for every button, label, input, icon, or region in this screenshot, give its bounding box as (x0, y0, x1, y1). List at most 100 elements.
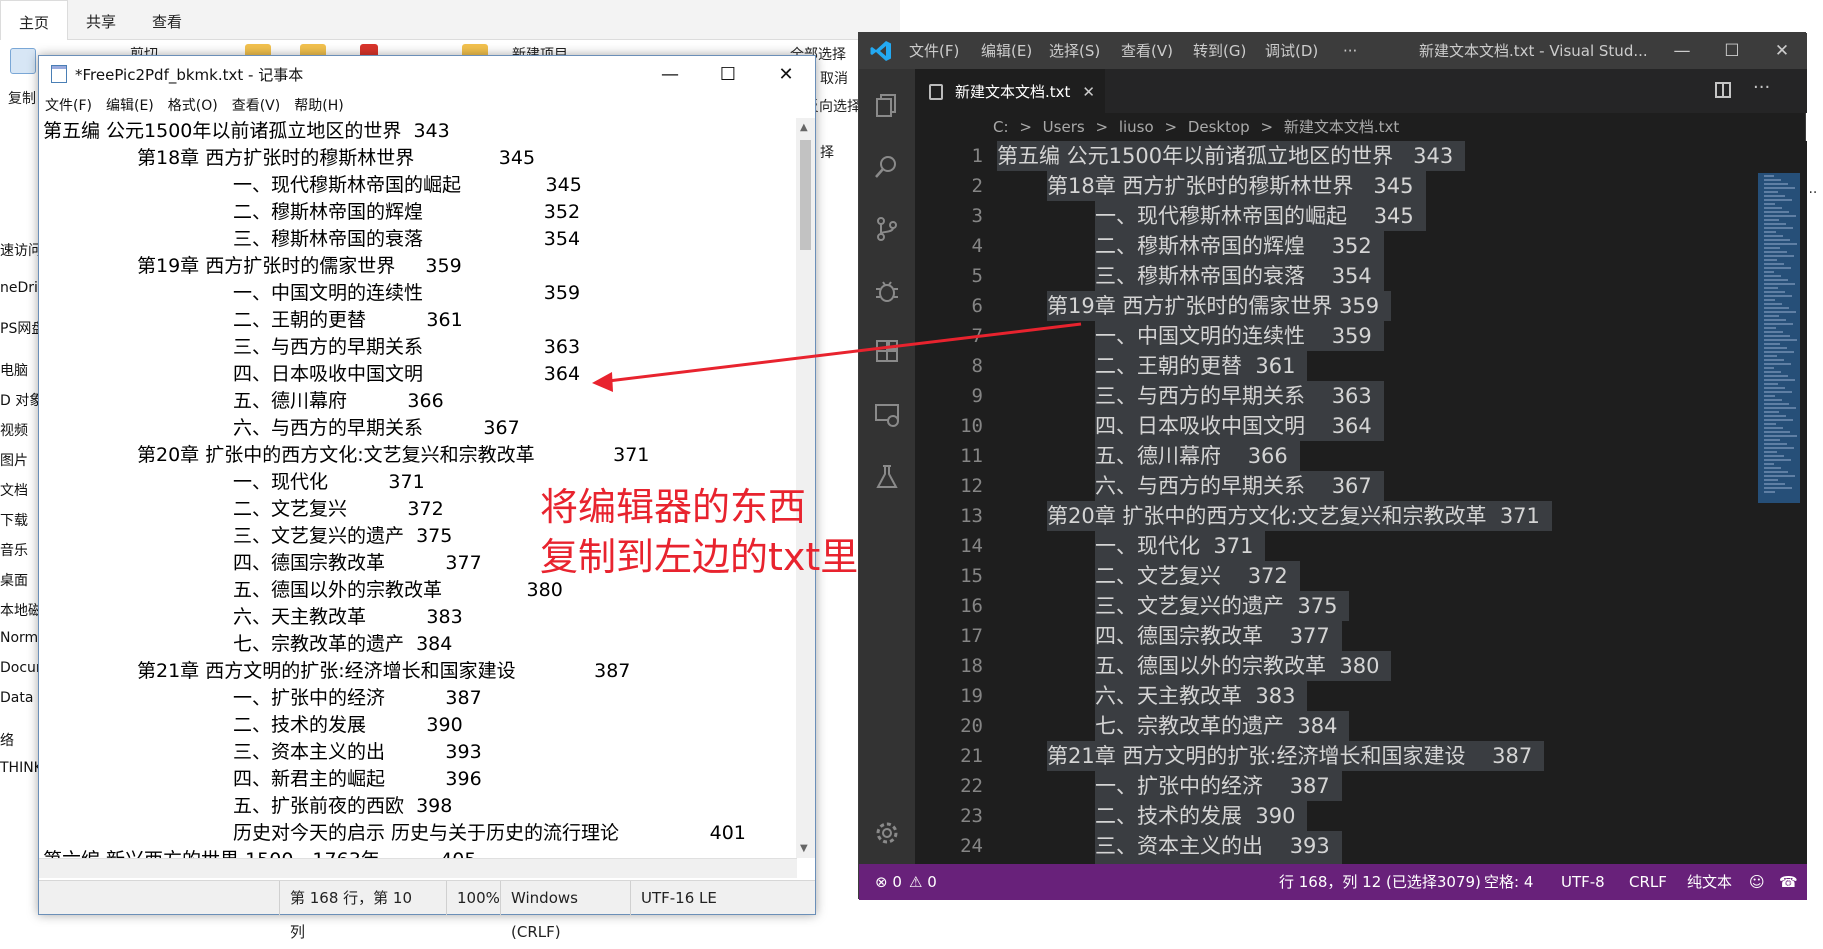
nav-onedrive[interactable]: neDriv (0, 280, 40, 296)
vs-minimize-button[interactable]: — (1659, 33, 1705, 69)
nav-desktop[interactable]: 桌面 (0, 570, 40, 590)
notepad-line: 六、天主教改革 383 (233, 606, 463, 628)
minimap-line (1764, 279, 1788, 281)
tab-close-icon[interactable]: ✕ (1082, 70, 1095, 114)
nav-quick-access[interactable]: 速访问 (0, 240, 40, 260)
nav-music[interactable]: 音乐 (0, 540, 40, 560)
nav-videos[interactable]: 视频 (0, 420, 40, 440)
crumb-file[interactable]: 新建文本文档.txt (1284, 118, 1399, 136)
more-actions-icon[interactable]: ··· (1753, 77, 1770, 98)
select-none-label[interactable]: 取消 (820, 68, 848, 88)
vs-maximize-button[interactable]: ☐ (1709, 33, 1755, 69)
notepad-line: 三、与西方的早期关系 363 (233, 336, 581, 358)
scroll-down-arrow-icon[interactable]: ▼ (800, 843, 808, 854)
vs-menu-view[interactable]: 查看(V) (1121, 33, 1173, 69)
menu-file[interactable]: 文件(F) (45, 95, 92, 115)
scroll-up-arrow-icon[interactable]: ▲ (800, 122, 808, 133)
notepad-titlebar[interactable]: i *FreePic2Pdf_bkmk.txt - 记事本 — ☐ ✕ (39, 56, 815, 92)
minimap-line (1764, 203, 1775, 205)
crumb-users[interactable]: Users (1043, 118, 1085, 136)
nav-downloads[interactable]: 下载 (0, 510, 40, 530)
debug-icon[interactable] (873, 277, 901, 305)
code-line: 五、德国以外的宗教改革 380 (1095, 651, 1392, 681)
tab-home[interactable]: 主页 (0, 0, 69, 40)
minimap-line (1764, 395, 1775, 397)
nav-local-disk[interactable]: 本地磁 (0, 600, 40, 620)
nav-think[interactable]: THINK (0, 760, 40, 776)
horizontal-scrollbar[interactable] (39, 858, 797, 878)
testing-flask-icon[interactable] (873, 463, 901, 491)
split-editor-icon[interactable] (1715, 82, 1731, 98)
menu-view[interactable]: 查看(V) (232, 95, 281, 115)
notepad-line: 二、文艺复兴 372 (233, 498, 444, 520)
copy-icon[interactable] (10, 48, 36, 74)
close-button[interactable]: ✕ (757, 56, 815, 92)
nav-data-drive[interactable]: Data ( (0, 690, 40, 706)
tab-new-text-document[interactable]: 新建文本文档.txt ✕ (915, 69, 1105, 113)
nav-documents[interactable]: 文档 (0, 480, 40, 500)
problems-warnings[interactable]: ⚠ 0 (909, 864, 937, 900)
minimap-line (1764, 323, 1793, 325)
minimap-line (1764, 363, 1791, 365)
vs-menu-selection[interactable]: 选择(S) (1049, 33, 1100, 69)
minimap-line (1764, 311, 1796, 313)
feedback-icon[interactable]: ☺ (1749, 864, 1765, 900)
nav-wps[interactable]: PS网盘 (0, 318, 40, 338)
menu-edit[interactable]: 编辑(E) (106, 95, 154, 115)
language-mode[interactable]: 纯文本 (1687, 864, 1732, 900)
menu-help[interactable]: 帮助(H) (294, 95, 343, 115)
explorer-icon[interactable] (873, 91, 901, 119)
nav-3d[interactable]: D 对象 (0, 390, 40, 410)
vs-menu-file[interactable]: 文件(F) (909, 33, 959, 69)
minimap-line (1764, 287, 1778, 289)
code-line: 第20章 扩张中的西方文化:文艺复兴和宗教改革 371 (1047, 501, 1552, 531)
minimize-button[interactable]: — (641, 56, 699, 92)
notifications-bell-icon[interactable]: ☎ (1779, 864, 1798, 900)
crumb-desktop[interactable]: Desktop (1188, 118, 1250, 136)
remote-explorer-icon[interactable] (873, 401, 901, 429)
vs-menu-more[interactable]: ··· (1343, 33, 1357, 69)
minimap[interactable] (1750, 141, 1807, 864)
minimap-line (1764, 195, 1785, 197)
nav-normal[interactable]: Norma (0, 630, 40, 646)
nav-network[interactable]: 络 (0, 730, 40, 750)
notepad-line: 一、扩张中的经济 387 (233, 687, 482, 709)
line-ending[interactable]: CRLF (1629, 864, 1667, 900)
tab-view[interactable]: 查看 (134, 0, 200, 40)
minimap-line (1764, 211, 1789, 213)
code-line: 六、天主教改革 383 (1095, 681, 1308, 711)
source-control-icon[interactable] (873, 215, 901, 243)
nav-pictures[interactable]: 图片 (0, 450, 40, 470)
menu-format[interactable]: 格式(O) (168, 95, 218, 115)
crumb-user[interactable]: liuso (1119, 118, 1154, 136)
vs-menu-go[interactable]: 转到(G) (1193, 33, 1246, 69)
scrollbar-thumb[interactable] (800, 140, 811, 250)
problems-errors[interactable]: ⊗ 0 (875, 864, 902, 900)
vs-menu-debug[interactable]: 调试(D) (1265, 33, 1318, 69)
vscode-titlebar[interactable]: 文件(F) 编辑(E) 选择(S) 查看(V) 转到(G) 调试(D) ··· … (859, 33, 1807, 69)
vs-menu-edit[interactable]: 编辑(E) (981, 33, 1032, 69)
minimap-line (1764, 411, 1779, 413)
crumb-drive[interactable]: C: (993, 118, 1009, 136)
nav-this-pc[interactable]: 电脑 (0, 360, 40, 380)
code-editor[interactable]: 1 第五编 公元1500年以前诸孤立地区的世界 343 2 第18章 西方扩张时的穆斯… (915, 141, 1750, 864)
nav-documents-drive[interactable]: Docur (0, 660, 40, 676)
minimap-line (1764, 295, 1792, 297)
encoding[interactable]: UTF-8 (1561, 864, 1605, 900)
vs-close-button[interactable]: ✕ (1759, 33, 1805, 69)
tab-share[interactable]: 共享 (68, 0, 134, 40)
line-number: 16 (960, 595, 983, 617)
indentation[interactable]: 空格: 4 (1484, 864, 1533, 900)
minimap-line (1764, 235, 1783, 237)
minimap-line (1764, 439, 1780, 441)
maximize-button[interactable]: ☐ (699, 56, 757, 92)
copy-label[interactable]: 复制 (8, 88, 36, 108)
cursor-position[interactable]: 行 168，列 12 (已选择3079) (1279, 864, 1481, 900)
activity-bar (859, 69, 915, 864)
extensions-icon[interactable] (873, 339, 901, 367)
notepad-line: 七、宗教改革的遗产 384 (233, 633, 453, 655)
minimap-line (1764, 243, 1797, 245)
minimap-line (1764, 199, 1792, 201)
settings-gear-icon[interactable] (873, 819, 901, 847)
search-icon[interactable] (873, 153, 901, 181)
